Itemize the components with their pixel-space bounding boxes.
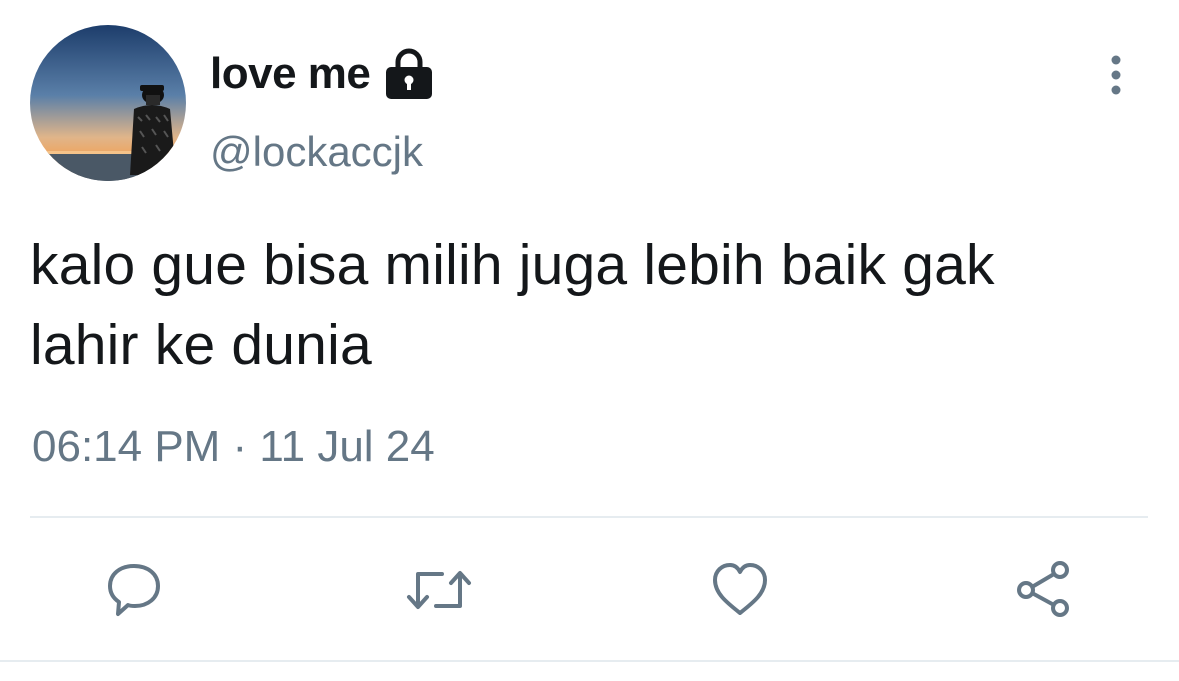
tweet-text-line-2: lahir ke dunia: [30, 313, 372, 377]
bottom-divider: [0, 660, 1179, 662]
tweet-text: kalo gue bisa milih juga lebih baik gak …: [30, 225, 1170, 385]
divider: [30, 516, 1148, 518]
profile-photo: [30, 25, 186, 181]
reply-icon[interactable]: [104, 560, 164, 620]
display-name[interactable]: love me: [210, 49, 371, 99]
more-vertical-icon[interactable]: [1098, 52, 1134, 100]
tweet-text-line-1: kalo gue bisa milih juga lebih baik gak: [30, 233, 995, 297]
retweet-icon[interactable]: [406, 560, 471, 620]
tweet-timestamp[interactable]: 06:14 PM · 11 Jul 24: [32, 422, 435, 472]
tweet-card: love me @lockaccjk kalo gue bisa milih j…: [0, 0, 1179, 681]
avatar[interactable]: [30, 25, 186, 181]
lock-icon: [384, 47, 434, 101]
author-name-row: love me: [210, 42, 434, 106]
author-handle[interactable]: @lockaccjk: [210, 128, 423, 176]
heart-icon[interactable]: [710, 560, 770, 620]
action-bar: [0, 560, 1179, 620]
share-icon[interactable]: [1014, 560, 1074, 620]
